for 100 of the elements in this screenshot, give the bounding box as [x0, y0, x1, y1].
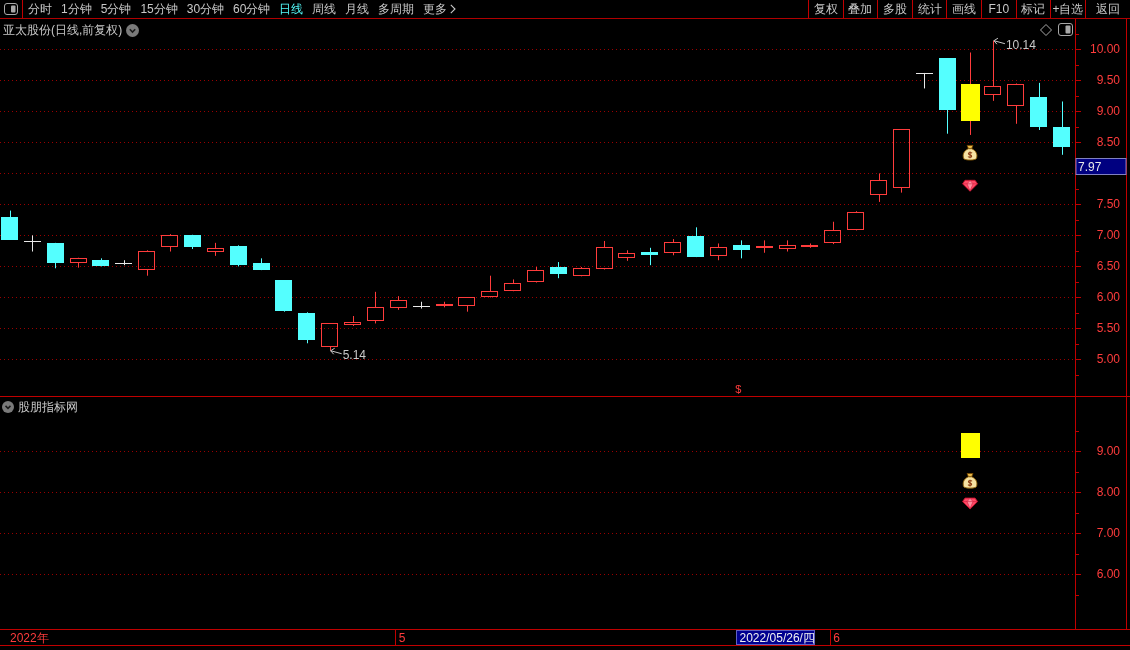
axis-label: 2022年 [10, 630, 49, 645]
candlestick [161, 233, 178, 252]
indicator-title: 股朋指标网 [18, 401, 78, 413]
period-tab[interactable]: 5分钟 [100, 3, 132, 15]
toolbar-button[interactable]: 统计 [911, 0, 947, 18]
candlestick [573, 266, 590, 277]
more-button[interactable]: 更多 [423, 3, 457, 15]
period-tab[interactable]: 15分钟 [140, 3, 178, 15]
candlestick [253, 257, 270, 271]
period-tab[interactable]: 月线 [345, 3, 370, 15]
toolbar-button[interactable]: 多股 [877, 0, 912, 18]
toolbar-button[interactable]: 叠加 [842, 0, 878, 18]
diamond-icon[interactable] [1040, 23, 1052, 36]
candlestick [230, 244, 247, 267]
period-tab[interactable]: 1分钟 [61, 3, 92, 15]
arrow-icon [330, 347, 343, 355]
candlestick [915, 72, 934, 89]
candlestick [733, 239, 750, 259]
candlestick [664, 238, 681, 256]
toolbar-button[interactable]: 复权 [808, 0, 843, 18]
candlestick [275, 279, 292, 313]
candlestick [756, 239, 773, 254]
candlestick [687, 226, 704, 258]
axis-label: 6 [833, 630, 840, 645]
candlestick [618, 249, 635, 262]
candlestick [436, 301, 453, 308]
candlestick [367, 291, 384, 324]
candlestick [458, 297, 475, 313]
period-tab[interactable]: 日线 [279, 3, 304, 15]
axis-label: 6.50 [1096, 259, 1120, 274]
period-tab[interactable]: 多周期 [378, 3, 415, 15]
candlestick [1053, 100, 1070, 156]
candlestick [321, 323, 338, 352]
toolbar-button[interactable]: 返回 [1084, 0, 1130, 18]
dollar-sign: $ [735, 383, 742, 395]
candlestick [23, 234, 42, 252]
candlestick [390, 295, 407, 311]
candlestick [114, 259, 133, 266]
dropdown-icon[interactable] [2, 401, 14, 413]
money-bag-icon [962, 473, 978, 489]
axis-label: 7.50 [1096, 197, 1120, 212]
candlestick [138, 249, 155, 277]
candlestick [1, 210, 18, 241]
price-label: 5.14 [342, 347, 367, 362]
axis-label: 9.00 [1096, 104, 1120, 119]
axis-label: 7.00 [1096, 228, 1120, 243]
toolbar-button[interactable]: 标记 [1015, 0, 1051, 18]
price-label: 10.14 [1005, 37, 1036, 52]
chart-title: 亚太股份(日线,前复权) [3, 24, 123, 36]
candlestick [893, 129, 910, 194]
candlestick [92, 257, 109, 267]
axis-label: 5.00 [1096, 352, 1120, 367]
period-tab[interactable]: 30分钟 [186, 3, 225, 15]
dropdown-icon[interactable] [126, 23, 140, 37]
arrow-icon [993, 37, 1006, 45]
candlestick [1007, 83, 1024, 125]
candlestick [504, 278, 521, 292]
candlestick [824, 221, 841, 245]
axis-label: 8.00 [1096, 485, 1120, 500]
candlestick [801, 242, 818, 249]
axis-label: 6.00 [1096, 290, 1120, 305]
panel-icon[interactable] [1058, 23, 1073, 36]
panel-icon [4, 3, 18, 15]
candlestick [481, 275, 498, 298]
candlestick [298, 311, 315, 344]
candlestick [207, 242, 224, 257]
candlestick [550, 261, 567, 279]
price-tag: 7.97 [1075, 158, 1127, 175]
candlestick [344, 315, 361, 327]
candlestick [527, 266, 544, 284]
candlestick [779, 239, 796, 252]
axis-label: 5 [398, 630, 406, 645]
period-tab[interactable]: 60分钟 [233, 3, 271, 15]
candlestick [847, 210, 864, 231]
axis-label: 8.50 [1096, 135, 1120, 150]
candlestick [710, 242, 727, 261]
gem-icon [962, 497, 978, 510]
axis-label: 7.00 [1096, 526, 1120, 541]
axis-label: 5.50 [1096, 321, 1120, 336]
axis-label: 10.00 [1089, 42, 1120, 57]
toolbar-button[interactable]: F10 [980, 0, 1016, 18]
candlestick [70, 257, 87, 269]
candlestick [870, 172, 887, 203]
indicator-bar [961, 433, 980, 458]
axis-label: 6.00 [1096, 567, 1120, 582]
axis-label: 9.00 [1096, 444, 1120, 459]
money-bag-icon [962, 145, 978, 161]
candlestick [1030, 82, 1047, 131]
toolbar-button[interactable]: 画线 [946, 0, 981, 18]
candlestick [984, 40, 1001, 102]
period-tab[interactable]: 分时 [28, 3, 52, 15]
candlestick [412, 301, 431, 310]
toolbar-button[interactable]: +自选 [1050, 0, 1085, 18]
candlestick [47, 242, 64, 269]
period-tab[interactable]: 周线 [312, 3, 337, 15]
candlestick [184, 234, 201, 250]
date-tag: 2022/05/26/四 [736, 630, 815, 645]
chevron-right-icon [450, 4, 457, 14]
candlestick [596, 240, 613, 270]
axis-label: 9.50 [1096, 73, 1120, 88]
